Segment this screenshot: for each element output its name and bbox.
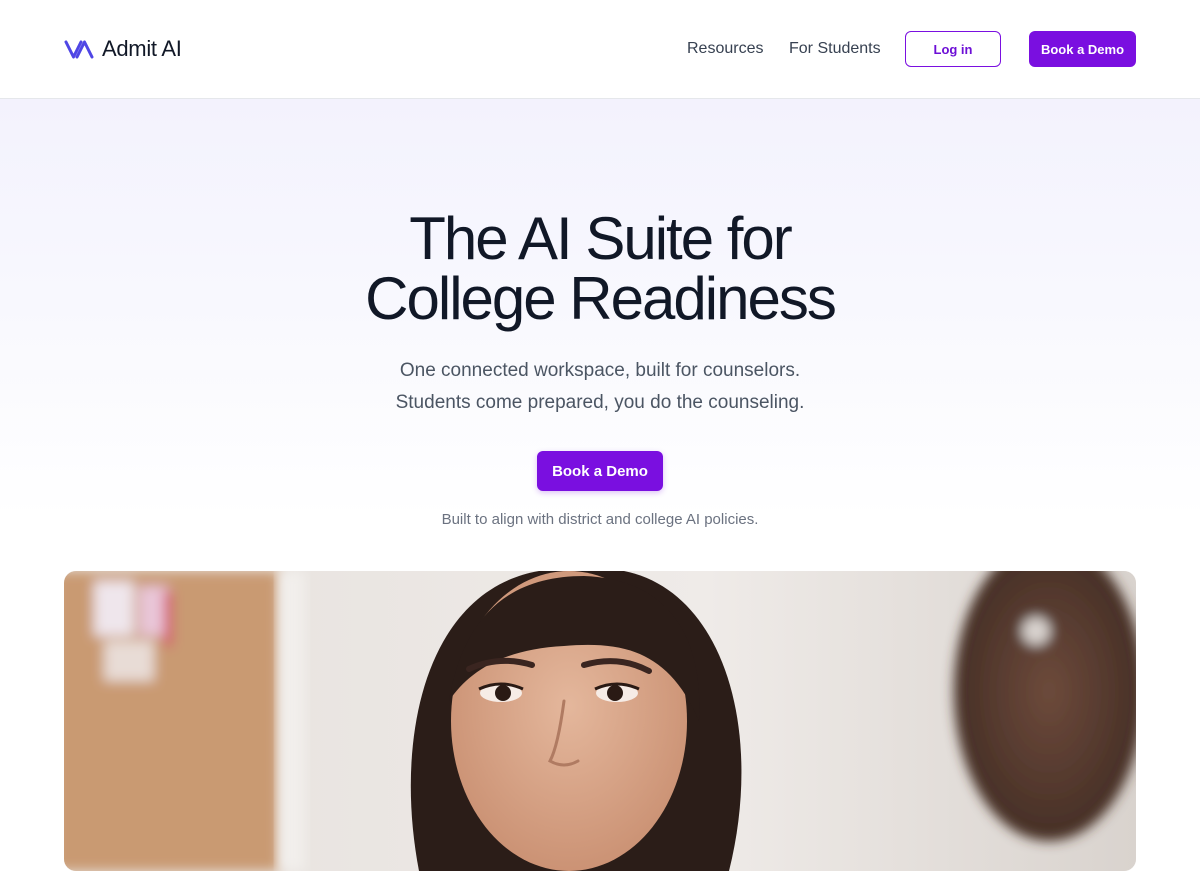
brand-home-link[interactable]: Admit AI xyxy=(64,36,182,62)
admit-ai-logo-icon xyxy=(64,40,94,59)
hero-subtitle-line-1: One connected workspace, built for couns… xyxy=(399,360,801,381)
nav-link-resources[interactable]: Resources xyxy=(687,38,763,60)
hero-title-line-2: College Readiness xyxy=(365,265,837,332)
hero-title-line-1: The AI Suite for xyxy=(409,205,793,272)
hero-student-photo xyxy=(64,571,1136,871)
hero-subtitle-line-2: Students come prepared, you do the couns… xyxy=(395,392,805,413)
brand-name: Admit AI xyxy=(102,36,182,61)
nav-book-demo-button[interactable]: Book a Demo xyxy=(1029,31,1136,67)
hero-policy-note: Built to align with district and college… xyxy=(441,511,759,528)
hero-book-demo-button[interactable]: Book a Demo xyxy=(537,451,663,491)
hero-title: The AI Suite for College Readiness xyxy=(0,209,1200,329)
hero-subtitle: One connected workspace, built for couns… xyxy=(0,355,1200,419)
top-navbar: Admit AI Resources For Students Log in B… xyxy=(0,0,1200,99)
hero-section: The AI Suite for College Readiness One c… xyxy=(0,99,1200,871)
login-button[interactable]: Log in xyxy=(905,31,1001,67)
nav-link-for-students[interactable]: For Students xyxy=(789,38,881,60)
